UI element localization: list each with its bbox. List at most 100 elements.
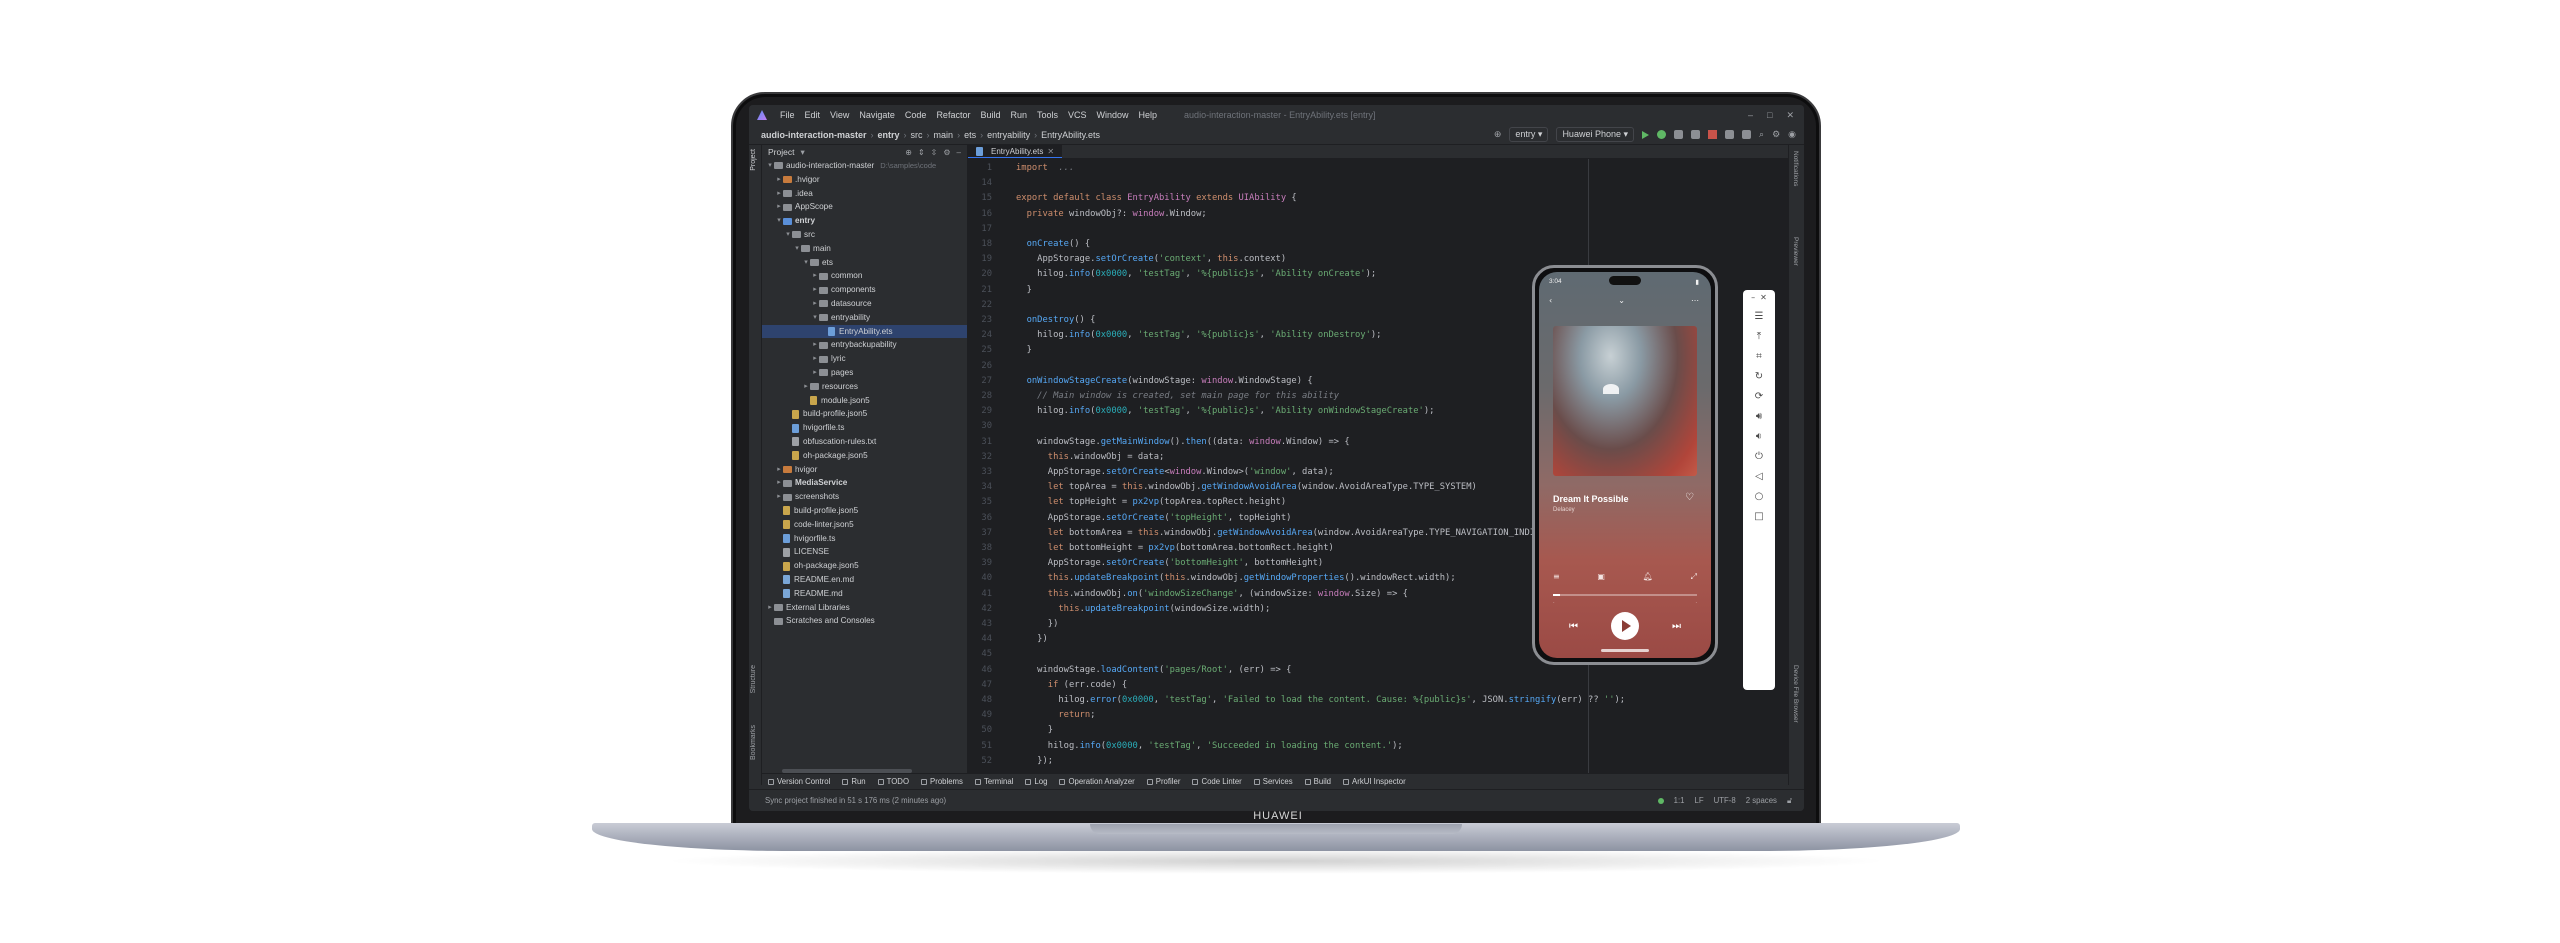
tree-item[interactable]: ▾ main (762, 242, 967, 256)
chevron-right-icon[interactable]: ▸ (775, 463, 783, 477)
line-separator[interactable]: LF (1695, 796, 1704, 805)
tree-item[interactable]: LICENSE (762, 545, 967, 559)
tree-item[interactable]: ▸ common (762, 269, 967, 283)
tree-item[interactable]: oh-package.json5 (762, 559, 967, 573)
run-config-select[interactable]: entry ▾ (1509, 127, 1549, 142)
tree-item[interactable]: ▸ screenshots (762, 490, 967, 504)
rotate-alt-icon[interactable]: ⟳ (1755, 391, 1763, 402)
tool-code-linter[interactable]: Code Linter (1192, 777, 1242, 786)
rotate-icon[interactable]: ↻ (1755, 371, 1763, 382)
search-icon[interactable]: ⌕ (1759, 129, 1764, 140)
tool-tab-bookmarks[interactable]: Bookmarks (750, 725, 757, 760)
chevron-right-icon[interactable]: ▸ (811, 269, 819, 283)
playback-progress[interactable] (1553, 594, 1697, 596)
nav-home-icon[interactable]: ○ (1755, 491, 1764, 502)
chevron-right-icon[interactable]: ▸ (811, 283, 819, 297)
status-message[interactable]: Sync project finished in 51 s 176 ms (2 … (765, 796, 946, 805)
minimize-icon[interactable]: – (1748, 110, 1753, 121)
tree-item[interactable]: hvigorfile.ts (762, 421, 967, 435)
tree-item[interactable]: ▾ src (762, 228, 967, 242)
emulator-minimize-icon[interactable]: – (1751, 293, 1755, 302)
chevron-right-icon[interactable]: ▸ (811, 338, 819, 352)
menu-run[interactable]: Run (1005, 110, 1032, 120)
favorite-heart-icon[interactable]: ♡ (1685, 492, 1694, 503)
breadcrumb-project[interactable]: audio-interaction-master (749, 130, 871, 140)
tree-item[interactable]: ▾ audio-interaction-master D:\samples\code (762, 159, 967, 173)
breadcrumb-module[interactable]: entry (874, 130, 904, 140)
tool-tab-notifications[interactable]: Notifications (1792, 151, 1799, 186)
home-indicator[interactable] (1601, 649, 1649, 652)
tree-item[interactable]: ▸ pages (762, 366, 967, 380)
menu-view[interactable]: View (825, 110, 854, 120)
breadcrumb-src[interactable]: src (907, 130, 927, 140)
tree-item[interactable]: Scratches and Consoles (762, 614, 967, 628)
tree-item[interactable]: ▸ External Libraries (762, 601, 967, 615)
menu-navigate[interactable]: Navigate (854, 110, 900, 120)
tool-profiler[interactable]: Profiler (1146, 777, 1180, 786)
collapse-icon[interactable]: ⌄ (1618, 296, 1625, 305)
tree-item[interactable]: ▸ .idea (762, 187, 967, 201)
profile-icon[interactable] (1674, 130, 1684, 139)
chevron-right-icon[interactable]: ▸ (802, 380, 810, 394)
next-icon[interactable]: ⏭︎ (1672, 621, 1681, 632)
tree-item[interactable]: ▸ datasource (762, 297, 967, 311)
attach-icon[interactable] (1691, 130, 1701, 139)
chevron-right-icon[interactable]: ▸ (775, 490, 783, 504)
share-icon[interactable]: ⤢ (1691, 572, 1697, 582)
phone-screen[interactable]: 3:04 ▮ ‹ ⌄ ⋯ Dream It Possible Delacey ♡… (1539, 272, 1711, 658)
close-tab-icon[interactable]: ✕ (1047, 147, 1054, 156)
tree-item[interactable]: README.en.md (762, 573, 967, 587)
tool-terminal[interactable]: Terminal (974, 777, 1013, 786)
chevron-right-icon[interactable]: ▸ (775, 476, 783, 490)
chevron-down-icon[interactable]: ▾ (784, 228, 792, 242)
tool-operation-analyzer[interactable]: Operation Analyzer (1059, 777, 1135, 786)
expand-all-icon[interactable]: ⇕ (918, 148, 925, 157)
tool-tab-previewer[interactable]: Previewer (1792, 237, 1799, 266)
file-encoding[interactable]: UTF-8 (1714, 796, 1736, 805)
menu-vcs[interactable]: VCS (1063, 110, 1092, 120)
hide-panel-icon[interactable]: – (957, 148, 961, 157)
chevron-right-icon[interactable]: ▸ (811, 366, 819, 380)
close-icon[interactable]: ✕ (1786, 110, 1794, 121)
tree-item[interactable]: ▸ components (762, 283, 967, 297)
device-manager-icon[interactable] (1742, 130, 1752, 139)
tree-item[interactable]: ▸ AppScope (762, 200, 967, 214)
tree-item[interactable]: code-linter.json5 (762, 518, 967, 532)
sync-icon[interactable] (1725, 130, 1735, 139)
breadcrumb-ets[interactable]: ets (960, 130, 980, 140)
nav-recent-icon[interactable]: □ (1754, 511, 1763, 522)
run-icon[interactable] (1642, 130, 1650, 139)
breadcrumb-file[interactable]: EntryAbility.ets (1037, 130, 1104, 140)
chevron-right-icon[interactable]: ▸ (775, 187, 783, 201)
tree-item[interactable]: build-profile.json5 (762, 504, 967, 518)
chevron-right-icon[interactable]: ▸ (766, 601, 774, 615)
tool-services[interactable]: Services (1253, 777, 1293, 786)
bell-icon[interactable]: 🔔︎ (1643, 572, 1653, 582)
power-icon[interactable]: ⏻ (1755, 451, 1763, 462)
tool-build[interactable]: Build (1304, 777, 1331, 786)
tree-item[interactable]: ▸ entrybackupability (762, 338, 967, 352)
back-chevron-icon[interactable]: ‹ (1549, 296, 1552, 305)
tree-item[interactable]: ▸ resources (762, 380, 967, 394)
tree-item[interactable]: build-profile.json5 (762, 407, 967, 421)
breadcrumb-folder[interactable]: entryability (983, 130, 1034, 140)
tool-version-control[interactable]: Version Control (768, 777, 830, 786)
options-icon[interactable]: ⚙ (943, 148, 950, 157)
menu-code[interactable]: Code (900, 110, 932, 120)
tree-item[interactable]: hvigorfile.ts (762, 532, 967, 546)
chevron-down-icon[interactable]: ▾ (766, 159, 774, 173)
lyrics-icon[interactable]: ▣ (1597, 572, 1605, 582)
account-icon[interactable]: ◉ (1788, 129, 1796, 140)
debug-icon[interactable] (1657, 130, 1667, 139)
menu-window[interactable]: Window (1092, 110, 1134, 120)
emulator-close-icon[interactable]: ✕ (1760, 293, 1767, 302)
settings-icon[interactable]: ⚙ (1772, 129, 1780, 140)
menu-tools[interactable]: Tools (1032, 110, 1063, 120)
tree-item[interactable]: ▾ entry (762, 214, 967, 228)
play-button[interactable] (1611, 612, 1639, 640)
nav-back-icon[interactable]: ◁ (1755, 471, 1763, 482)
chevron-down-icon[interactable]: ▾ (793, 242, 801, 256)
target-icon[interactable]: ⊕ (1494, 129, 1502, 140)
tool-log[interactable]: Log (1025, 777, 1047, 786)
menu-build[interactable]: Build (975, 110, 1005, 120)
